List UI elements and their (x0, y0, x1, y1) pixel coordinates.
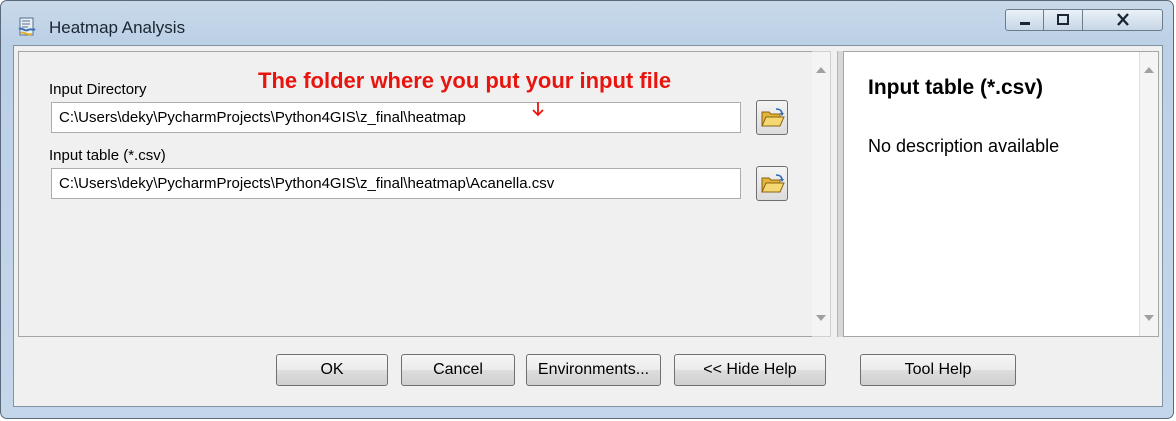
minimize-button[interactable] (1005, 9, 1044, 31)
input-table-browse-button[interactable] (756, 166, 788, 201)
python-script-icon (16, 16, 38, 38)
maximize-button[interactable] (1044, 9, 1083, 31)
minimize-icon (1019, 22, 1030, 25)
title-bar[interactable]: Heatmap Analysis (1, 1, 1173, 45)
arrow-down-icon (532, 102, 544, 117)
help-scrollbar[interactable] (1139, 52, 1158, 336)
ok-button[interactable]: OK (276, 354, 388, 386)
tool-help-button[interactable]: Tool Help (860, 354, 1016, 386)
hide-help-button[interactable]: << Hide Help (674, 354, 826, 386)
cancel-button[interactable]: Cancel (401, 354, 515, 386)
annotation-text: The folder where you put your input file (258, 68, 672, 93)
close-button[interactable] (1083, 9, 1163, 31)
input-table-label: Input table (*.csv) (49, 147, 166, 164)
folder-open-icon (761, 174, 785, 193)
scroll-up-icon[interactable] (816, 67, 826, 73)
scroll-down-icon[interactable] (1144, 315, 1154, 321)
parameters-scrollbar[interactable] (812, 51, 831, 337)
close-icon (1116, 13, 1129, 26)
help-pane: Input table (*.csv) No description avail… (843, 51, 1159, 337)
scroll-down-icon[interactable] (816, 315, 826, 321)
input-table-field[interactable]: C:\Users\deky\PycharmProjects\Python4GIS… (51, 168, 741, 199)
folder-open-icon (761, 108, 785, 127)
dialog-body: Input Directory C:\Users\deky\PycharmPro… (13, 45, 1163, 407)
help-description: No description available (868, 136, 1060, 156)
dialog-window: Heatmap Analysis Input Directory C:\User… (0, 0, 1174, 419)
input-directory-browse-button[interactable] (756, 100, 788, 135)
input-directory-label: Input Directory (49, 81, 147, 98)
maximize-icon (1057, 14, 1069, 25)
help-title: Input table (*.csv) (868, 76, 1044, 99)
parameters-pane: Input Directory C:\Users\deky\PycharmPro… (18, 51, 813, 337)
scroll-up-icon[interactable] (1144, 67, 1154, 73)
window-title: Heatmap Analysis (49, 18, 186, 37)
environments-button[interactable]: Environments... (526, 354, 661, 386)
input-directory-field[interactable]: C:\Users\deky\PycharmProjects\Python4GIS… (51, 102, 741, 133)
